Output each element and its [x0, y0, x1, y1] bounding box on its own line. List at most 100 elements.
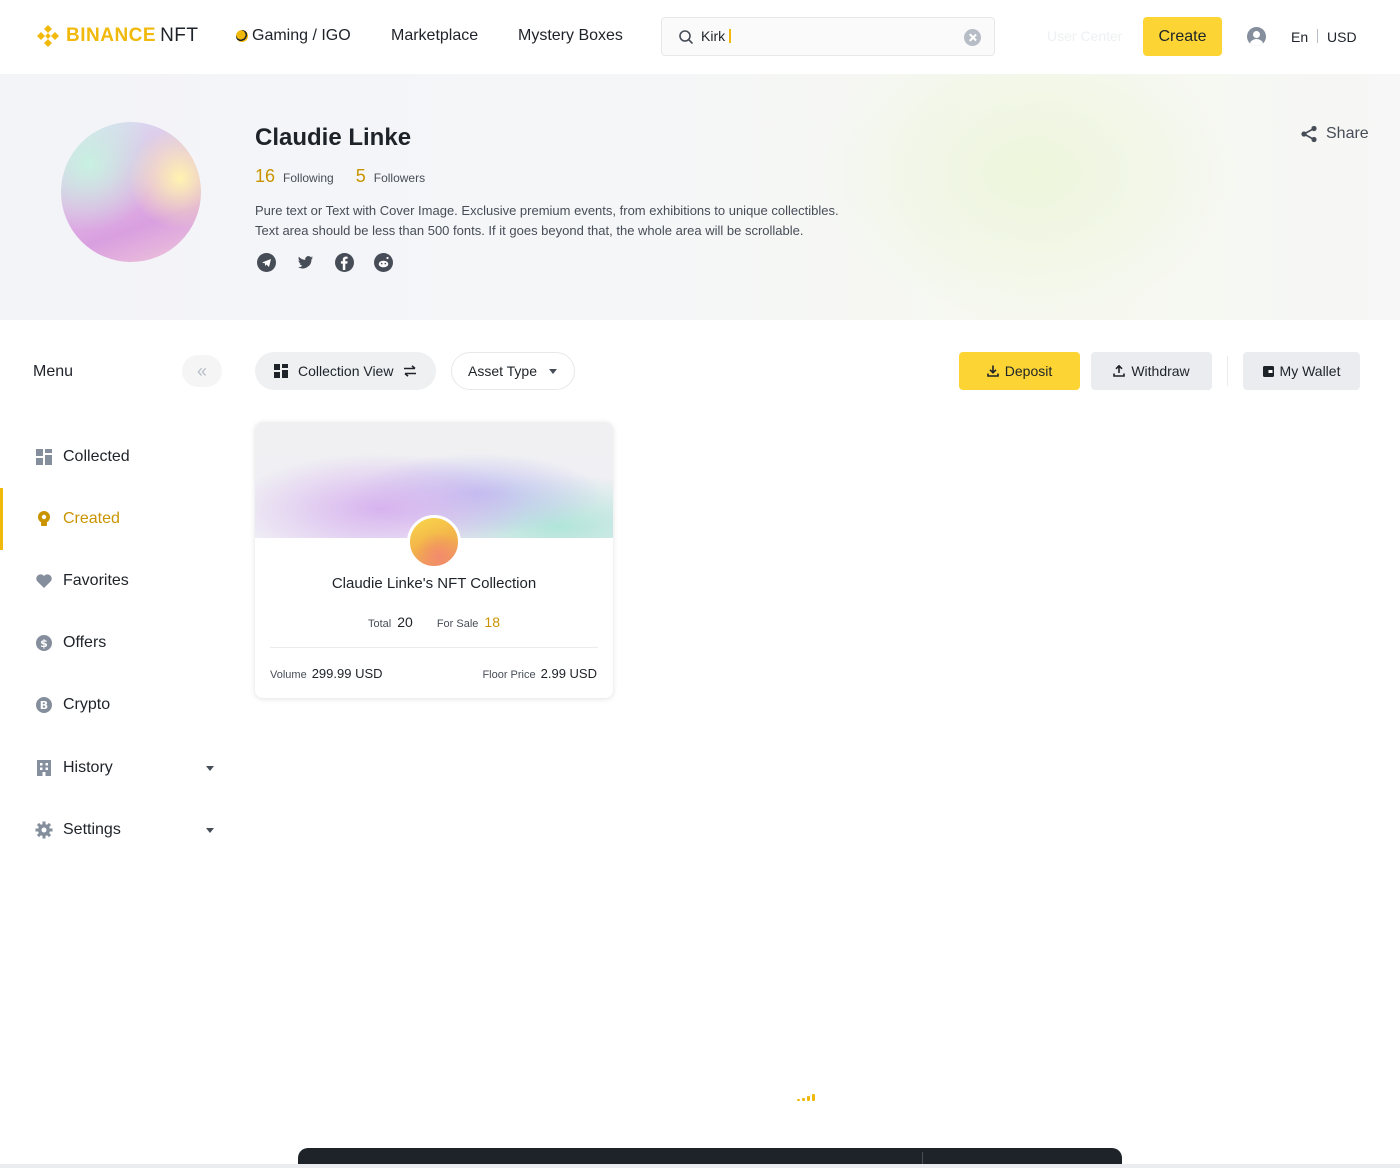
divider	[270, 647, 598, 648]
reddit-icon[interactable]	[374, 253, 393, 272]
bio-line: Text area should be less than 500 fonts.…	[255, 223, 804, 238]
deposit-label: Deposit	[1004, 363, 1053, 379]
bio-line: Pure text or Text with Cover Image. Excl…	[255, 203, 839, 218]
sidebar-item-label: Offers	[63, 634, 107, 651]
user-account-icon[interactable]	[1247, 27, 1266, 46]
total-label: Total	[368, 618, 392, 630]
nav-gaming-label: Gaming / IGO	[252, 27, 351, 44]
wallet-icon	[1262, 365, 1274, 377]
gaming-icon	[236, 30, 248, 42]
history-icon	[37, 760, 51, 776]
divider	[1317, 29, 1318, 43]
download-icon	[986, 365, 999, 377]
active-indicator	[0, 488, 3, 550]
sidebar-item-collected[interactable]: Collected	[0, 437, 230, 477]
profile-bio: Pure text or Text with Cover Image. Excl…	[255, 201, 905, 241]
profile-name: Claudie Linke	[255, 124, 412, 151]
sidebar-item-crypto[interactable]: B Crypto	[0, 685, 230, 725]
volume-label: Volume	[270, 669, 307, 681]
brand-suffix: NFT	[160, 25, 199, 46]
followers-count[interactable]: 5	[356, 166, 366, 187]
binance-nft-logo[interactable]: BINANCE NFT	[36, 24, 199, 48]
chevron-down-icon[interactable]	[206, 765, 214, 771]
user-center-link[interactable]: User Center	[1047, 28, 1122, 44]
loading-spinner-icon	[797, 1094, 815, 1101]
followers-label[interactable]: Followers	[374, 171, 425, 185]
swap-icon	[404, 365, 417, 377]
collection-view-toggle[interactable]: Collection View	[255, 352, 436, 390]
sidebar-item-offers[interactable]: $ Offers	[0, 623, 230, 663]
collection-avatar	[407, 515, 461, 569]
search-box[interactable]: Kirk	[661, 17, 995, 56]
search-input[interactable]: Kirk	[701, 28, 731, 44]
profile-avatar	[61, 122, 201, 262]
heart-icon	[36, 574, 52, 588]
floor-price-label: Floor Price	[482, 669, 536, 681]
collection-stats: Total 20 For Sale 18	[255, 614, 613, 630]
telegram-icon[interactable]	[257, 253, 276, 272]
sidebar-item-label: Crypto	[63, 696, 111, 713]
sidebar-item-label: History	[63, 759, 113, 776]
share-icon	[1301, 125, 1317, 143]
grid-icon	[36, 449, 52, 465]
sidebar-item-label: Collected	[63, 448, 130, 465]
asset-type-dropdown[interactable]: Asset Type	[451, 352, 575, 390]
nav-gaming-igo[interactable]: Gaming / IGO	[236, 27, 351, 45]
withdraw-button[interactable]: Withdraw	[1091, 352, 1212, 390]
my-wallet-button[interactable]: My Wallet	[1243, 352, 1360, 390]
dollar-icon: $	[36, 635, 52, 651]
divider	[0, 1164, 1400, 1168]
sidebar-item-label: Favorites	[63, 572, 129, 589]
asset-type-label: Asset Type	[468, 363, 538, 379]
collection-card[interactable]: Claudie Linke's NFT Collection Total 20 …	[255, 422, 613, 698]
sidebar-item-settings[interactable]: Settings	[0, 810, 230, 850]
sidebar-item-created[interactable]: Created	[0, 488, 230, 550]
following-label[interactable]: Following	[283, 171, 334, 185]
follow-stats: 16 Following 5 Followers	[255, 166, 447, 187]
currency-selector[interactable]: USD	[1327, 29, 1357, 45]
upload-icon	[1113, 365, 1126, 377]
bulb-icon	[38, 511, 50, 526]
collection-view-label: Collection View	[298, 363, 394, 379]
menu-title: Menu	[33, 363, 74, 380]
profile-banner: Claudie Linke 16 Following 5 Followers P…	[0, 74, 1400, 320]
search-icon	[679, 30, 693, 44]
grid-icon	[274, 364, 288, 378]
create-button[interactable]: Create	[1143, 17, 1222, 56]
floor-price-value: 2.99 USD	[540, 666, 597, 681]
twitter-icon[interactable]	[296, 253, 315, 272]
sidebar-item-label: Settings	[63, 821, 121, 838]
my-wallet-label: My Wallet	[1279, 363, 1341, 379]
sidebar-item-history[interactable]: History	[0, 748, 230, 788]
sidebar-item-favorites[interactable]: Favorites	[0, 561, 230, 601]
volume-info: Volume 299.99 USD	[270, 666, 383, 681]
caret-down-icon	[549, 368, 558, 374]
for-sale-label: For Sale	[436, 618, 479, 630]
for-sale-value: 18	[484, 614, 500, 630]
text-caret	[729, 29, 731, 43]
collection-title: Claudie Linke's NFT Collection	[331, 575, 537, 592]
brand-name: BINANCE	[66, 25, 157, 46]
nav-mystery-boxes[interactable]: Mystery Boxes	[518, 27, 623, 45]
gear-icon	[35, 821, 53, 839]
nav-marketplace[interactable]: Marketplace	[391, 27, 478, 45]
divider	[1227, 356, 1228, 386]
share-button[interactable]: Share	[1300, 125, 1369, 143]
search-input-value: Kirk	[701, 28, 726, 44]
following-count[interactable]: 16	[255, 166, 275, 187]
deposit-button[interactable]: Deposit	[959, 352, 1080, 390]
svg-text:B: B	[40, 699, 48, 712]
collapse-menu-icon[interactable]: «	[182, 355, 222, 387]
language-selector[interactable]: En	[1291, 29, 1308, 45]
withdraw-label: Withdraw	[1131, 363, 1190, 379]
bitcoin-icon: B	[36, 697, 52, 713]
share-label: Share	[1326, 125, 1369, 142]
facebook-icon[interactable]	[335, 253, 354, 272]
top-navbar: BINANCE NFT Gaming / IGO Marketplace Myst…	[0, 0, 1400, 74]
binance-logo-icon	[37, 25, 59, 47]
floor-price-info: Floor Price 2.99 USD	[482, 666, 597, 681]
volume-value: 299.99 USD	[311, 666, 383, 681]
clear-search-icon[interactable]	[964, 29, 981, 46]
chevron-down-icon[interactable]	[206, 827, 214, 833]
sidebar-item-label: Created	[63, 510, 120, 527]
